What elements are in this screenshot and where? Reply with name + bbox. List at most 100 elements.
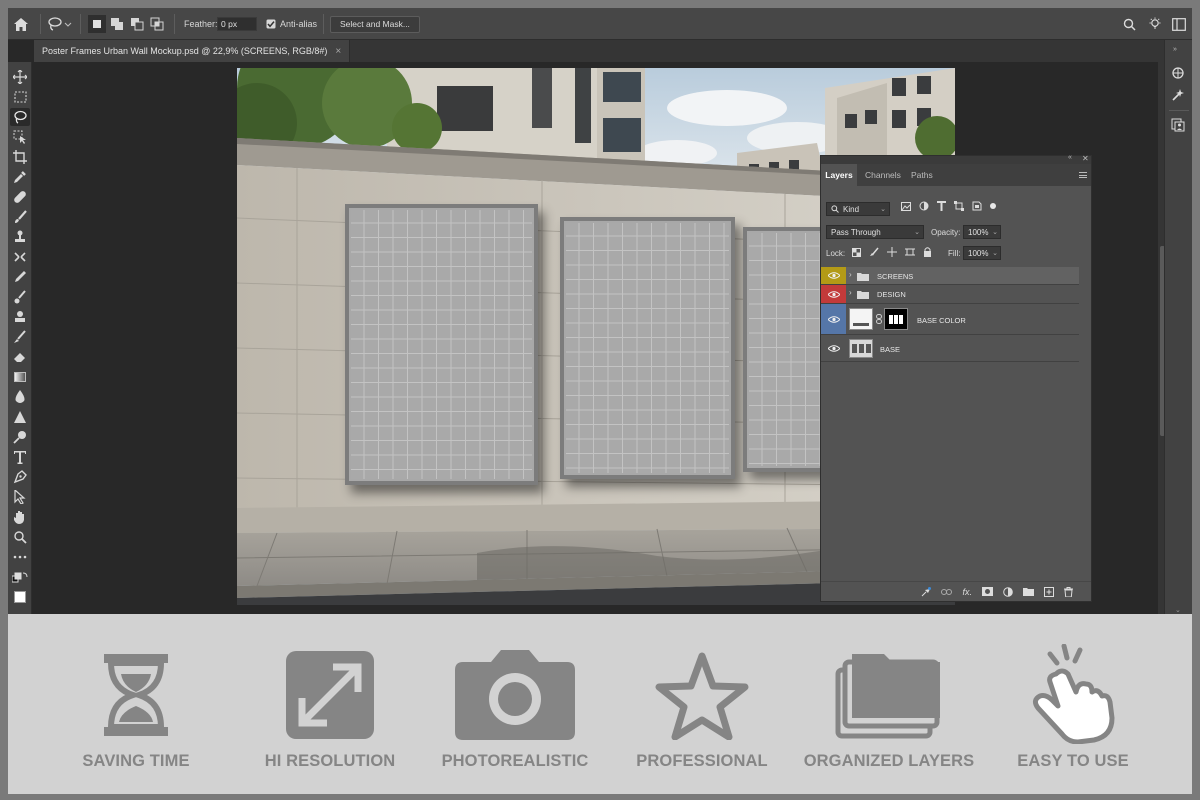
pencil-icon — [15, 271, 26, 282]
crop-tool[interactable] — [10, 148, 30, 166]
healing-brush-tool[interactable] — [10, 188, 30, 206]
document-tab[interactable]: Poster Frames Urban Wall Mockup.psd @ 22… — [34, 40, 351, 62]
lock-position-icon[interactable] — [887, 247, 897, 257]
stamp-tool[interactable] — [10, 308, 30, 326]
close-panel-icon[interactable]: ✕ — [1082, 154, 1089, 163]
clone-stamp-tool[interactable] — [10, 228, 30, 246]
marquee-tool[interactable] — [10, 88, 30, 106]
hourglass-icon — [104, 654, 168, 736]
zoom-tool[interactable] — [10, 528, 30, 546]
feather-input[interactable]: 0 px — [217, 17, 257, 31]
new-selection-button[interactable] — [88, 8, 106, 40]
adjustments-panel-button[interactable] — [1171, 88, 1185, 107]
pen-tool[interactable] — [10, 468, 30, 486]
properties-panel-button[interactable] — [1171, 66, 1185, 85]
panel-collapse[interactable]: » — [1173, 46, 1177, 53]
panel-chevron[interactable]: ⌄ — [1175, 606, 1181, 614]
smart-object-filter-icon[interactable] — [972, 201, 982, 211]
pin-icon[interactable] — [921, 586, 932, 597]
expand-group-icon[interactable]: › — [849, 270, 852, 279]
crop-icon — [13, 150, 27, 164]
panel-menu-icon[interactable] — [1079, 172, 1087, 178]
type-tool[interactable] — [10, 448, 30, 466]
hand-tool[interactable] — [10, 508, 30, 526]
lock-all-icon[interactable] — [923, 247, 932, 257]
layer-row-design[interactable]: › DESIGN — [821, 285, 1079, 304]
subtract-selection-button[interactable] — [130, 8, 144, 40]
collapse-icon[interactable]: « — [1068, 154, 1072, 161]
adjustment-filter-icon[interactable] — [919, 201, 929, 211]
feature-hi-resolution: HI RESOLUTION — [235, 620, 425, 794]
object-selection-tool[interactable] — [10, 128, 30, 146]
type-filter-icon[interactable] — [937, 201, 946, 211]
mixer-brush-tool[interactable] — [10, 288, 30, 306]
layer-row-base[interactable]: BASE — [821, 335, 1079, 362]
pixel-filter-icon[interactable] — [901, 201, 911, 211]
lock-artboard-icon[interactable] — [905, 247, 915, 257]
discover-button[interactable] — [1148, 8, 1162, 40]
visibility-toggle[interactable] — [821, 285, 846, 303]
tab-layers[interactable]: Layers — [821, 164, 857, 186]
close-tab-icon[interactable]: × — [335, 46, 341, 57]
swap-colors[interactable] — [10, 568, 30, 586]
art-history-tool[interactable] — [10, 328, 30, 346]
fx-icon[interactable]: fx. — [962, 587, 972, 597]
search-button[interactable] — [1123, 8, 1136, 40]
lock-image-icon[interactable] — [869, 247, 879, 257]
opacity-input[interactable]: 100% ⌄ — [963, 225, 1001, 239]
antialias-checkbox[interactable]: Anti-alias — [266, 8, 317, 40]
intersect-selection-button[interactable] — [150, 8, 164, 40]
adjustments-icon — [1172, 89, 1184, 101]
eyedropper-tool[interactable] — [10, 168, 30, 186]
adjustment-layer-icon[interactable] — [1003, 586, 1013, 597]
link-icon[interactable] — [876, 314, 882, 324]
home-button[interactable] — [14, 8, 28, 40]
visibility-toggle[interactable] — [821, 267, 846, 284]
feature-photorealistic: PHOTOREALISTIC — [420, 620, 610, 794]
select-and-mask-button[interactable]: Select and Mask... — [330, 15, 420, 33]
drop-icon — [15, 390, 25, 403]
lasso-tool-preset[interactable] — [48, 8, 72, 40]
tab-channels[interactable]: Channels — [865, 164, 901, 186]
blur-tool[interactable] — [10, 388, 30, 406]
eye-icon — [827, 344, 840, 352]
fill-input[interactable]: 100% ⌄ — [963, 246, 1001, 260]
add-mask-icon[interactable] — [982, 587, 993, 596]
layer-row-base-color[interactable]: BASE COLOR — [821, 304, 1079, 335]
filter-toggle[interactable] — [990, 203, 996, 209]
options-bar: Feather: 0 px Anti-alias Select and Mask… — [8, 8, 1192, 40]
workspace-icon — [1172, 17, 1186, 31]
blend-mode-select[interactable]: Pass Through ⌄ — [826, 225, 924, 239]
shape-filter-icon[interactable] — [954, 201, 964, 211]
lasso-tool[interactable] — [10, 108, 30, 126]
lock-transparent-icon[interactable] — [852, 247, 861, 257]
move-tool[interactable] — [10, 68, 30, 86]
eraser-tool[interactable] — [10, 268, 30, 286]
dodge-tool[interactable] — [10, 428, 30, 446]
expand-group-icon[interactable]: › — [849, 288, 852, 297]
visibility-toggle[interactable] — [821, 335, 846, 361]
foreground-color-swatch[interactable] — [14, 591, 26, 603]
gradient-tool[interactable] — [10, 368, 30, 386]
sharpen-tool[interactable] — [10, 408, 30, 426]
trash-icon[interactable] — [1064, 586, 1073, 597]
new-group-icon[interactable] — [1023, 587, 1034, 596]
tab-paths[interactable]: Paths — [911, 164, 933, 186]
filter-kind-select[interactable]: Kind ⌄ — [826, 202, 890, 216]
visibility-toggle[interactable] — [821, 304, 846, 334]
tap-hand-icon — [1032, 644, 1115, 744]
layer-row-screens[interactable]: › SCREENS — [821, 267, 1079, 285]
history-brush-tool[interactable] — [10, 248, 30, 266]
bucket-tool[interactable] — [10, 348, 30, 366]
link-layers-icon[interactable] — [941, 588, 953, 595]
path-selection-tool[interactable] — [10, 488, 30, 506]
libraries-panel-button[interactable] — [1171, 118, 1185, 137]
add-selection-button[interactable] — [110, 8, 124, 40]
document-tabbar: Poster Frames Urban Wall Mockup.psd @ 22… — [34, 40, 1164, 62]
new-layer-icon[interactable] — [1044, 586, 1054, 597]
color-swatches[interactable] — [10, 588, 30, 606]
brush-tool[interactable] — [10, 208, 30, 226]
more-tools[interactable] — [10, 548, 30, 566]
workspace-button[interactable] — [1172, 8, 1186, 40]
eye-icon — [827, 290, 840, 298]
